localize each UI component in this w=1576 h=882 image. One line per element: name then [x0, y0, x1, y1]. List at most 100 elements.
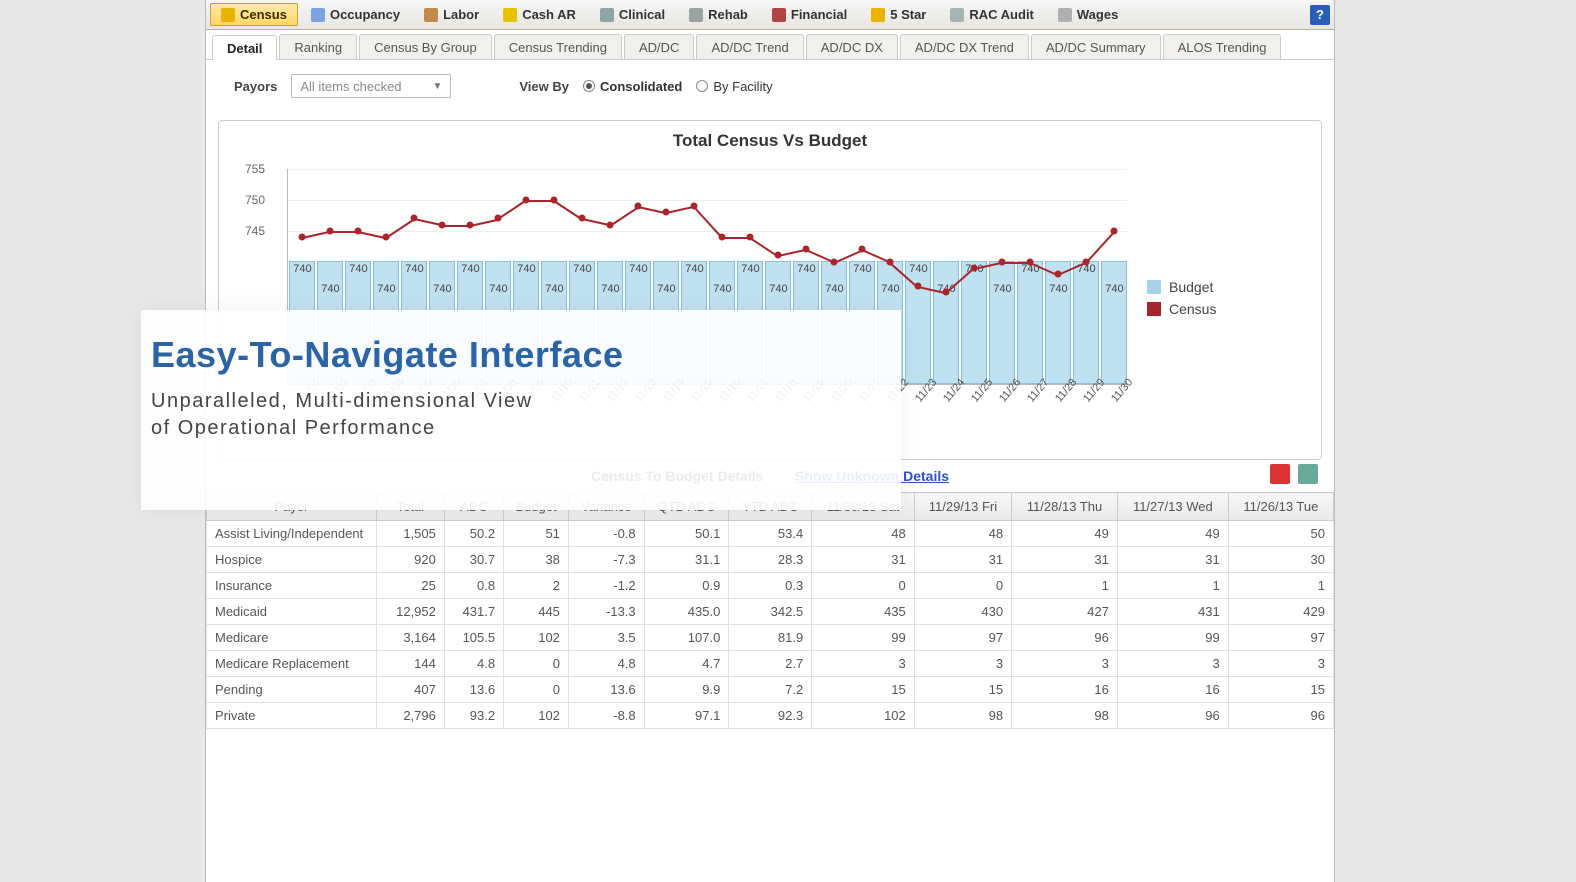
- clinical-icon: [600, 8, 614, 22]
- toolbar-census[interactable]: Census: [210, 3, 298, 26]
- census-point: [411, 215, 418, 222]
- data-cell: 3: [1012, 651, 1118, 677]
- budget-bar: [989, 261, 1014, 384]
- data-cell: 3.5: [568, 625, 644, 651]
- radio-consolidated[interactable]: Consolidated: [583, 79, 682, 94]
- data-cell: 50.2: [444, 521, 503, 547]
- toolbar-wages[interactable]: Wages: [1047, 3, 1129, 26]
- data-cell: 102: [504, 625, 569, 651]
- payor-cell: Medicaid: [207, 599, 377, 625]
- data-cell: 97.1: [644, 703, 729, 729]
- tab-ad-dc-trend[interactable]: AD/DC Trend: [696, 34, 803, 59]
- export-excel-icon[interactable]: [1298, 464, 1318, 484]
- tab-detail[interactable]: Detail: [212, 35, 277, 60]
- budget-bar: [1017, 261, 1042, 384]
- rac-icon: [950, 8, 964, 22]
- data-cell: 31: [1012, 547, 1118, 573]
- census-point: [523, 196, 530, 203]
- census-point: [355, 227, 362, 234]
- census-point: [635, 203, 642, 210]
- data-cell: 427: [1012, 599, 1118, 625]
- bar-value-label: 740: [905, 263, 931, 275]
- radio-byfacility[interactable]: By Facility: [696, 79, 772, 94]
- toolbar-label: Financial: [791, 7, 847, 22]
- toolbar-cash-ar[interactable]: Cash AR: [492, 3, 587, 26]
- tab-ranking[interactable]: Ranking: [279, 34, 357, 59]
- data-cell: 96: [1228, 703, 1333, 729]
- data-cell: 30.7: [444, 547, 503, 573]
- data-cell: 51: [504, 521, 569, 547]
- toolbar-clinical[interactable]: Clinical: [589, 3, 676, 26]
- toolbar-occupancy[interactable]: Occupancy: [300, 3, 411, 26]
- wages-icon: [1058, 8, 1072, 22]
- bar-value-label: 740: [513, 263, 539, 275]
- bar-value-label: 740: [345, 263, 371, 275]
- table-row[interactable]: Assist Living/Independent1,50550.251-0.8…: [207, 521, 1334, 547]
- tab-census-by-group[interactable]: Census By Group: [359, 34, 492, 59]
- data-cell: -0.8: [568, 521, 644, 547]
- column-header[interactable]: 11/27/13 Wed: [1117, 493, 1228, 521]
- table-row[interactable]: Insurance250.82-1.20.90.300111: [207, 573, 1334, 599]
- bar-value-label: 740: [709, 283, 735, 295]
- tab-census-trending[interactable]: Census Trending: [494, 34, 622, 59]
- legend-census-label: Census: [1169, 301, 1216, 317]
- toolbar-labor[interactable]: Labor: [413, 3, 490, 26]
- labor-icon: [424, 8, 438, 22]
- payor-cell: Pending: [207, 677, 377, 703]
- toolbar-label: 5 Star: [890, 7, 926, 22]
- toolbar-5-star[interactable]: 5 Star: [860, 3, 937, 26]
- column-header[interactable]: 11/29/13 Fri: [914, 493, 1011, 521]
- census-point: [299, 233, 306, 240]
- help-icon[interactable]: ?: [1310, 5, 1330, 25]
- subtab-bar: DetailRankingCensus By GroupCensus Trend…: [206, 30, 1334, 60]
- data-cell: 102: [812, 703, 915, 729]
- tab-alos-trending[interactable]: ALOS Trending: [1163, 34, 1282, 59]
- rehab-icon: [689, 8, 703, 22]
- data-cell: 431: [1117, 599, 1228, 625]
- toolbar-rehab[interactable]: Rehab: [678, 3, 759, 26]
- table-row[interactable]: Medicare3,164105.51023.5107.081.99997969…: [207, 625, 1334, 651]
- bar-value-label: 740: [401, 263, 427, 275]
- table-row[interactable]: Private2,79693.2102-8.897.192.3102989896…: [207, 703, 1334, 729]
- radio-consolidated-label: Consolidated: [600, 79, 682, 94]
- data-cell: 1: [1012, 573, 1118, 599]
- bar-value-label: 740: [989, 283, 1015, 295]
- census-point: [719, 233, 726, 240]
- data-cell: -8.8: [568, 703, 644, 729]
- toolbar-rac-audit[interactable]: RAC Audit: [939, 3, 1045, 26]
- column-header[interactable]: 11/26/13 Tue: [1228, 493, 1333, 521]
- data-cell: 0: [812, 573, 915, 599]
- data-cell: 430: [914, 599, 1011, 625]
- data-cell: 16: [1117, 677, 1228, 703]
- toolbar-label: Cash AR: [522, 7, 576, 22]
- data-cell: -13.3: [568, 599, 644, 625]
- table-row[interactable]: Medicaid12,952431.7445-13.3435.0342.5435…: [207, 599, 1334, 625]
- tab-ad-dc-summary[interactable]: AD/DC Summary: [1031, 34, 1161, 59]
- data-cell: 48: [812, 521, 915, 547]
- table-row[interactable]: Pending40713.6013.69.97.21515161615: [207, 677, 1334, 703]
- occ-icon: [311, 8, 325, 22]
- tab-ad-dc-dx[interactable]: AD/DC DX: [806, 34, 898, 59]
- tab-ad-dc-dx-trend[interactable]: AD/DC DX Trend: [900, 34, 1029, 59]
- census-point: [1027, 258, 1034, 265]
- data-cell: 0.8: [444, 573, 503, 599]
- data-cell: 97: [1228, 625, 1333, 651]
- payors-dropdown[interactable]: All items checked ▼: [291, 74, 451, 98]
- column-header[interactable]: 11/28/13 Thu: [1012, 493, 1118, 521]
- export-pdf-icon[interactable]: [1270, 464, 1290, 484]
- census-point: [663, 209, 670, 216]
- table-row[interactable]: Hospice92030.738-7.331.128.33131313130: [207, 547, 1334, 573]
- data-cell: 144: [377, 651, 445, 677]
- toolbar-financial[interactable]: Financial: [761, 3, 858, 26]
- data-cell: 0: [504, 677, 569, 703]
- data-cell: 31: [812, 547, 915, 573]
- census-point: [327, 227, 334, 234]
- filter-bar: Payors All items checked ▼ View By Conso…: [206, 60, 1334, 104]
- toolbar-label: Clinical: [619, 7, 665, 22]
- bar-value-label: 740: [877, 283, 903, 295]
- tab-ad-dc[interactable]: AD/DC: [624, 34, 694, 59]
- table-row[interactable]: Medicare Replacement1444.804.84.72.73333…: [207, 651, 1334, 677]
- data-cell: 99: [812, 625, 915, 651]
- data-cell: 445: [504, 599, 569, 625]
- data-cell: 1: [1117, 573, 1228, 599]
